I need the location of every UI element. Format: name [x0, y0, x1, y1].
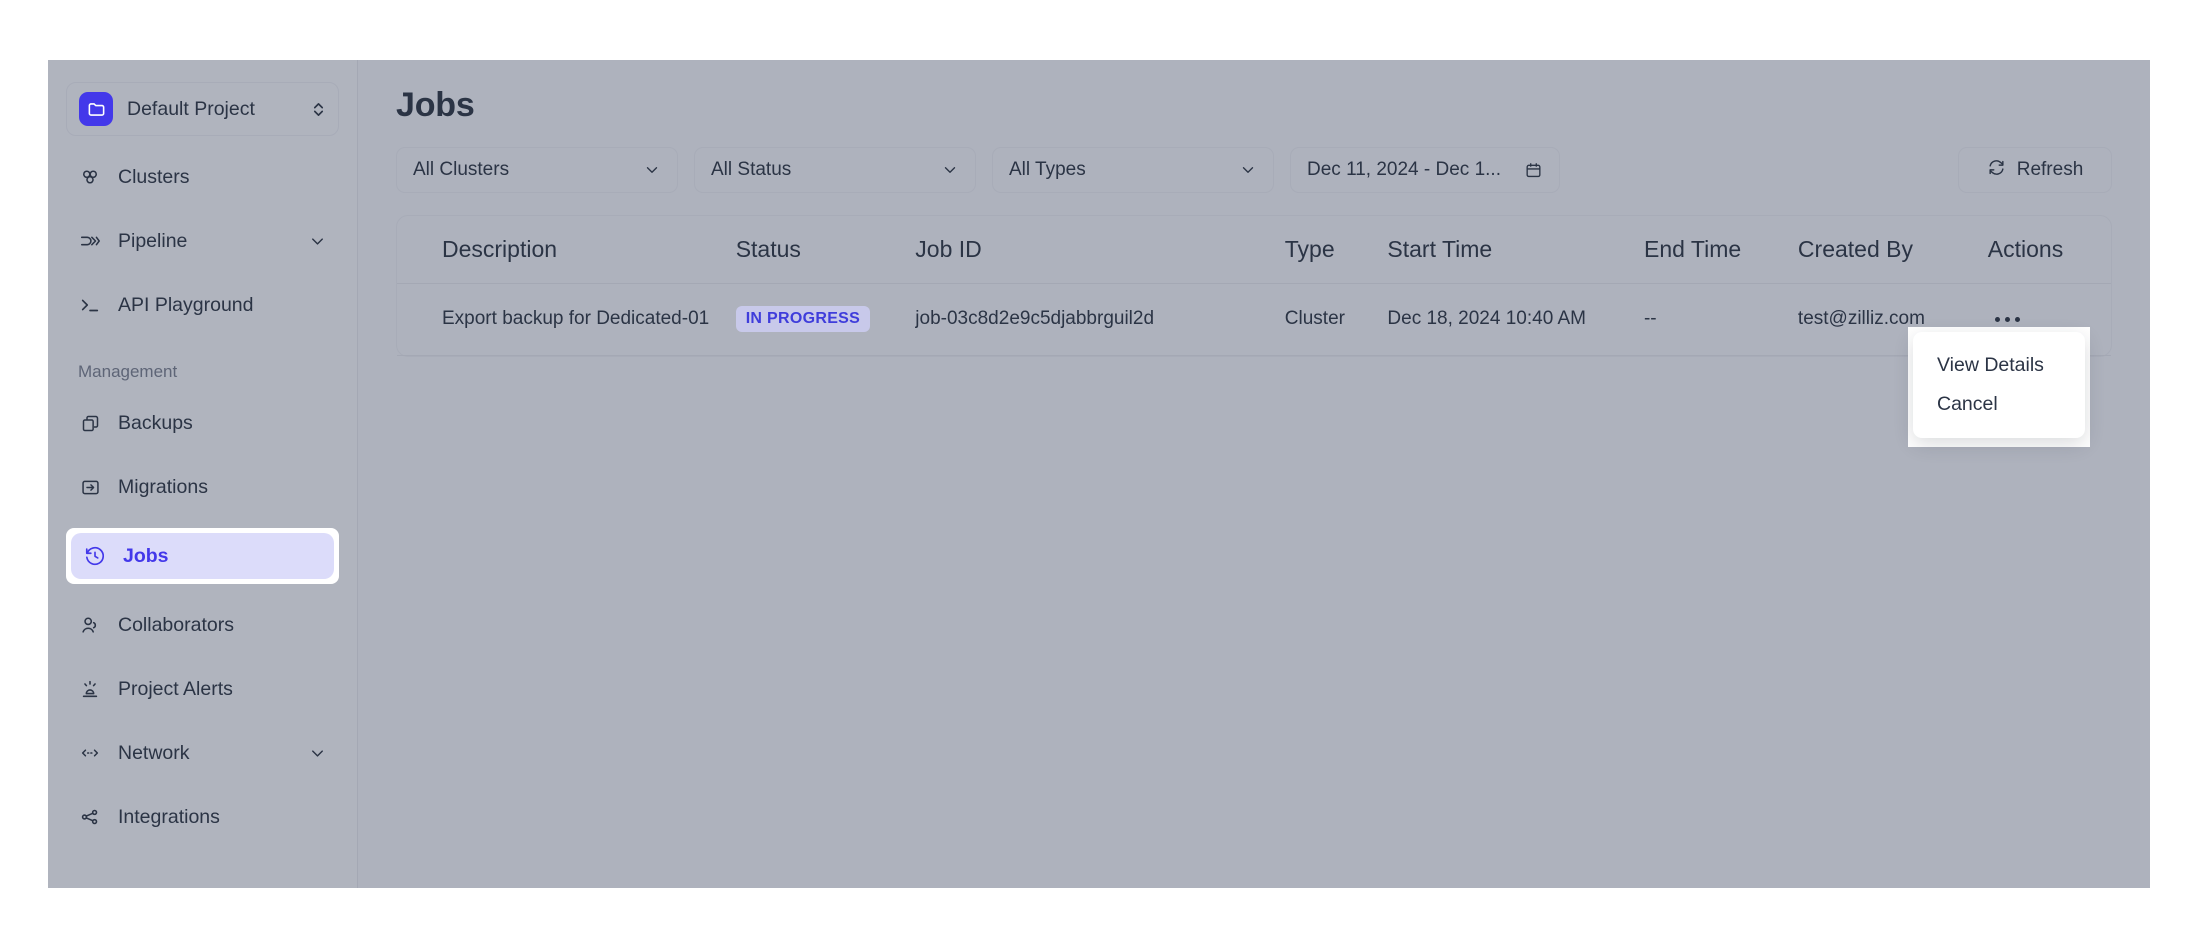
refresh-button[interactable]: Refresh [1958, 147, 2112, 193]
status-filter-value: All Status [711, 159, 791, 181]
history-clock-icon [83, 544, 107, 568]
chevron-down-icon[interactable] [308, 744, 327, 763]
sidebar-item-label: Network [118, 742, 292, 765]
sidebar-item-label: Migrations [118, 476, 327, 499]
cell-status: IN PROGRESS [736, 284, 916, 356]
terminal-icon [78, 293, 102, 317]
types-filter-select[interactable]: All Types [992, 147, 1274, 193]
chevron-up-down-icon [311, 100, 326, 119]
clusters-filter-value: All Clusters [413, 159, 509, 181]
status-filter-select[interactable]: All Status [694, 147, 976, 193]
column-header-description[interactable]: Description [397, 216, 736, 284]
sidebar-item-label: Pipeline [118, 230, 292, 253]
sidebar-nav-primary: Clusters Pipeline A [66, 154, 339, 840]
column-header-actions: Actions [1988, 216, 2111, 284]
cell-type: Cluster [1285, 284, 1388, 356]
sidebar: Default Project Clusters [48, 60, 358, 888]
chevron-down-icon [1239, 161, 1257, 179]
cell-description: Export backup for Dedicated-01 [397, 284, 736, 356]
sidebar-item-network[interactable]: Network [66, 730, 339, 776]
cell-start-time: Dec 18, 2024 10:40 AM [1387, 284, 1644, 356]
clusters-icon [78, 165, 102, 189]
menu-item-view-details[interactable]: View Details [1913, 346, 2085, 385]
sidebar-item-label: API Playground [118, 294, 327, 317]
sidebar-item-api-playground[interactable]: API Playground [66, 282, 339, 328]
main-content: Jobs All Clusters All Status All Types [358, 60, 2150, 888]
row-actions-menu: View Details Cancel [1913, 332, 2085, 438]
sidebar-item-label: Collaborators [118, 614, 327, 637]
folder-icon [79, 92, 113, 126]
sidebar-item-pipeline[interactable]: Pipeline [66, 218, 339, 264]
column-header-type[interactable]: Type [1285, 216, 1388, 284]
sidebar-item-backups[interactable]: Backups [66, 400, 339, 446]
project-name: Default Project [127, 98, 297, 121]
table-header-row: Description Status Job ID Type Start Tim… [397, 216, 2111, 284]
chevron-down-icon [643, 161, 661, 179]
refresh-icon [1987, 158, 2006, 183]
sidebar-item-collaborators[interactable]: Collaborators [66, 602, 339, 648]
column-header-created-by[interactable]: Created By [1798, 216, 1988, 284]
sidebar-item-label: Integrations [118, 806, 327, 829]
sidebar-item-project-alerts[interactable]: Project Alerts [66, 666, 339, 712]
sidebar-item-jobs[interactable]: Jobs [66, 528, 339, 584]
copy-icon [78, 411, 102, 435]
pipeline-icon [78, 229, 102, 253]
chevron-down-icon [941, 161, 959, 179]
refresh-label: Refresh [2017, 159, 2084, 181]
date-range-picker[interactable]: Dec 11, 2024 - Dec 1... [1290, 147, 1560, 193]
types-filter-value: All Types [1009, 159, 1086, 181]
jobs-table-card: Description Status Job ID Type Start Tim… [396, 215, 2112, 357]
sidebar-item-label: Clusters [118, 166, 327, 189]
sidebar-item-label: Backups [118, 412, 327, 435]
sidebar-section-title: Management [66, 362, 339, 382]
migrations-icon [78, 475, 102, 499]
sidebar-item-integrations[interactable]: Integrations [66, 794, 339, 840]
filters-toolbar: All Clusters All Status All Types Dec 11… [396, 147, 2112, 193]
sidebar-item-label: Jobs [123, 545, 322, 568]
calendar-icon [1524, 161, 1543, 180]
column-header-status[interactable]: Status [736, 216, 916, 284]
cell-end-time: -- [1644, 284, 1798, 356]
column-header-end-time[interactable]: End Time [1644, 216, 1798, 284]
alarm-light-icon [78, 677, 102, 701]
column-header-job-id[interactable]: Job ID [915, 216, 1284, 284]
status-badge: IN PROGRESS [736, 306, 870, 332]
jobs-table: Description Status Job ID Type Start Tim… [397, 216, 2111, 356]
date-range-value: Dec 11, 2024 - Dec 1... [1307, 159, 1501, 181]
project-switcher[interactable]: Default Project [66, 82, 339, 136]
share-nodes-icon [78, 805, 102, 829]
app-window: Default Project Clusters [48, 60, 2150, 888]
column-header-start-time[interactable]: Start Time [1387, 216, 1644, 284]
menu-item-cancel[interactable]: Cancel [1913, 385, 2085, 424]
table-body: Export backup for Dedicated-01 IN PROGRE… [397, 284, 2111, 356]
sidebar-item-label: Project Alerts [118, 678, 327, 701]
table-head: Description Status Job ID Type Start Tim… [397, 216, 2111, 284]
cell-job-id: job-03c8d2e9c5djabbrguil2d [915, 284, 1284, 356]
user-icon [78, 613, 102, 637]
sidebar-item-clusters[interactable]: Clusters [66, 154, 339, 200]
table-row[interactable]: Export backup for Dedicated-01 IN PROGRE… [397, 284, 2111, 356]
chevron-down-icon[interactable] [308, 232, 327, 251]
network-arrows-icon [78, 741, 102, 765]
page-title: Jobs [396, 86, 2112, 125]
sidebar-item-migrations[interactable]: Migrations [66, 464, 339, 510]
clusters-filter-select[interactable]: All Clusters [396, 147, 678, 193]
